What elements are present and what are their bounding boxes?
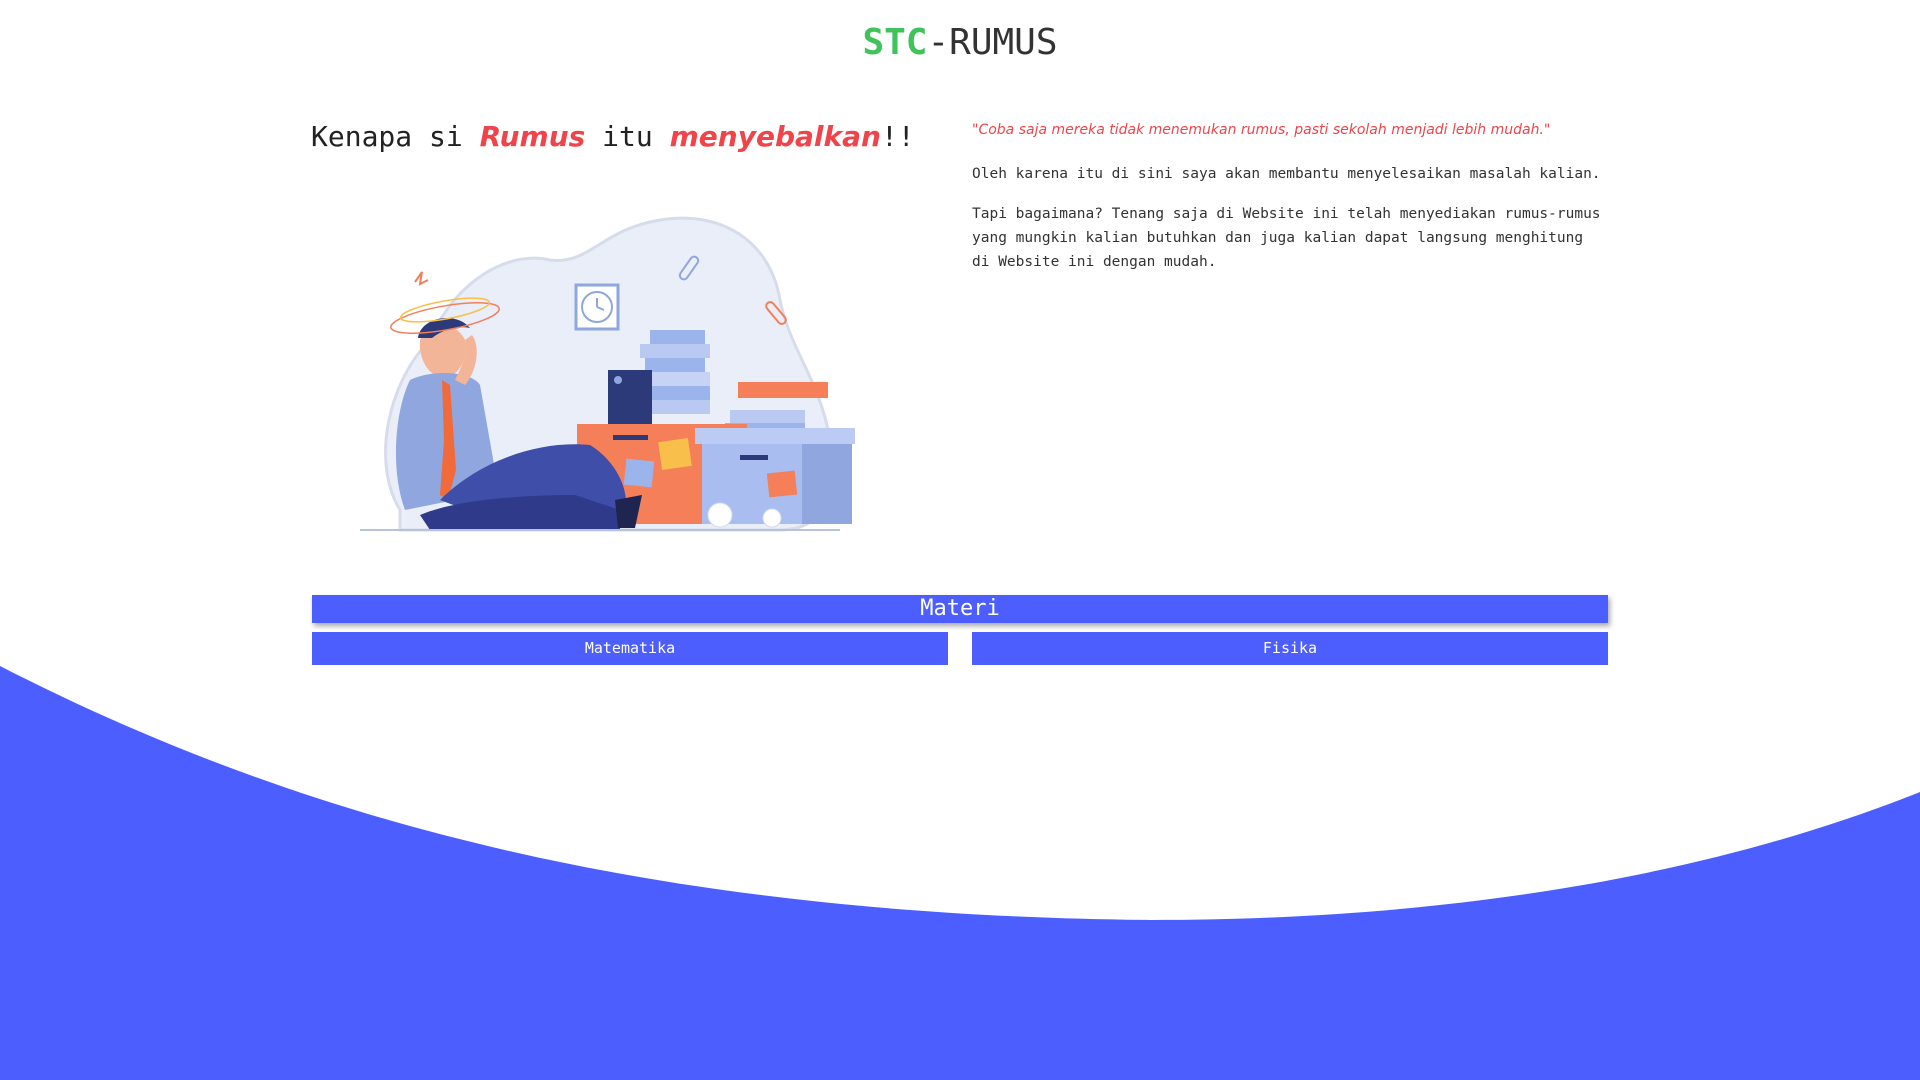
headline-part3: !! [880, 120, 915, 153]
matematika-button[interactable]: Matematika [312, 632, 948, 665]
headline-part1: Kenapa si [311, 120, 480, 153]
intro-quote: "Coba saja mereka tidak menemukan rumus,… [972, 122, 1551, 138]
fisika-button[interactable]: Fisika [972, 632, 1608, 665]
intro-paragraph-1: Oleh karena itu di sini saya akan memban… [972, 166, 1601, 182]
logo-accent: STC [862, 22, 928, 63]
background-wave [0, 666, 1920, 1080]
logo-text: -RUMUS [927, 22, 1058, 63]
hero-headline: Kenapa si Rumus itu menyebalkan!! [311, 120, 915, 153]
stressed-person-illustration [360, 216, 855, 532]
headline-highlight-rumus: Rumus [479, 120, 586, 153]
intro-paragraph-2: Tapi bagaimana? Tenang saja di Website i… [972, 206, 1601, 270]
headline-highlight-menyebalkan: menyebalkan [669, 120, 881, 153]
site-logo[interactable]: STC-RUMUS [0, 22, 1920, 63]
headline-part2: itu [585, 120, 670, 153]
materi-heading: Materi [312, 595, 1608, 623]
